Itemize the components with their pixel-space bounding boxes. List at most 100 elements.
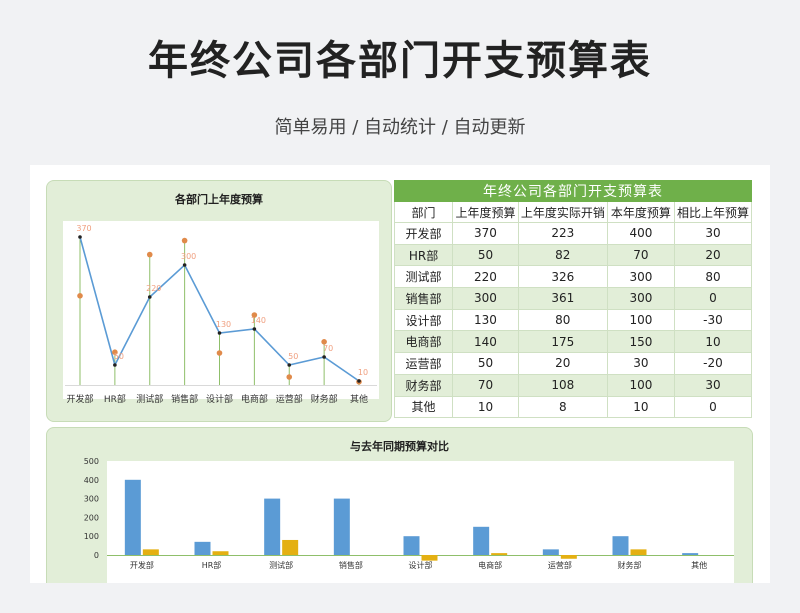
table-row: 财务部 70 108 100 30 — [393, 373, 753, 397]
data-point — [78, 235, 82, 239]
table-cell[interactable]: 0 — [673, 395, 753, 419]
table-cell[interactable]: 电商部 — [393, 330, 454, 354]
table-row: 设计部 130 80 100 -30 — [393, 308, 753, 332]
secondary-point — [146, 251, 153, 258]
table-row: 电商部 140 175 150 10 — [393, 330, 753, 354]
spreadsheet-area: 各部门上年度预算 370 50 220 300 130 140 50 70 10 开发部 HR部 测试… — [30, 165, 770, 583]
data-point — [252, 327, 257, 331]
data-label: 220 — [146, 284, 161, 293]
column-header: 部门 — [393, 201, 454, 223]
table-cell[interactable]: 70 — [452, 373, 519, 397]
line-chart-panel[interactable]: 各部门上年度预算 370 50 220 300 130 140 50 70 10 开发部 HR部 测试… — [46, 180, 392, 422]
data-label: 70 — [323, 344, 333, 353]
x-tick-label: 财务部 — [618, 560, 642, 570]
data-point — [147, 295, 152, 299]
bar — [403, 536, 420, 555]
table-cell[interactable]: 82 — [517, 243, 608, 267]
secondary-point — [216, 350, 223, 356]
x-tick-label: 其他 — [691, 560, 707, 570]
table-cell[interactable]: 8 — [517, 395, 608, 419]
table-cell[interactable]: 150 — [606, 330, 675, 354]
table-cell[interactable]: 10 — [673, 330, 753, 354]
line-chart: 370 50 220 300 130 140 50 70 10 开发部 HR部 测试部 销售部 设计部 电商… — [65, 224, 377, 405]
x-tick-label: 销售部 — [171, 393, 198, 405]
table-cell[interactable]: 财务部 — [393, 373, 454, 397]
y-tick-label: 200 — [84, 513, 99, 522]
bar — [491, 553, 508, 555]
data-label: 10 — [358, 368, 368, 377]
table-cell[interactable]: 销售部 — [393, 287, 454, 310]
bar — [421, 555, 438, 561]
table-cell[interactable]: 300 — [452, 287, 519, 310]
table-cell[interactable]: 100 — [606, 373, 675, 397]
table-cell[interactable]: HR部 — [393, 243, 454, 267]
table-cell[interactable]: -30 — [673, 308, 753, 332]
data-label: 140 — [251, 316, 266, 325]
table-cell[interactable]: 50 — [452, 352, 519, 375]
table-cell[interactable]: 50 — [452, 243, 519, 267]
x-tick-label: 设计部 — [409, 560, 433, 570]
x-tick-label: 运营部 — [276, 393, 303, 405]
data-point — [322, 355, 326, 359]
table-cell[interactable]: 70 — [606, 243, 675, 267]
bar — [612, 536, 629, 555]
table-cell[interactable]: 80 — [517, 308, 608, 332]
x-tick-label: 开发部 — [66, 393, 93, 405]
table-cell[interactable]: 361 — [517, 287, 608, 310]
table-cell[interactable]: 测试部 — [393, 265, 454, 289]
data-point — [357, 379, 361, 383]
table-cell[interactable]: 30 — [606, 352, 675, 375]
bar — [333, 498, 350, 555]
data-label: 370 — [76, 224, 91, 233]
data-point — [182, 263, 187, 267]
budget-table: 年终公司各部门开支预算表 部门 上年度预算 上年度实际开销 本年度预算 相比上年预算 开… — [393, 180, 753, 419]
x-tick-label: 测试部 — [136, 393, 163, 405]
table-cell[interactable]: 开发部 — [393, 222, 454, 245]
table-cell[interactable]: 326 — [517, 265, 608, 289]
column-header: 本年度预算 — [606, 201, 675, 223]
table-cell[interactable]: 运营部 — [393, 352, 454, 375]
table-cell[interactable]: 80 — [673, 265, 753, 289]
table-cell[interactable]: 0 — [673, 287, 753, 310]
bar-chart-panel[interactable]: 与去年同期预算对比 500 400 300 200 100 0 开发部 HR部 测试部 销售部 设计… — [46, 427, 753, 583]
table-cell[interactable]: 设计部 — [393, 308, 454, 332]
table-cell[interactable]: 其他 — [393, 395, 454, 419]
data-label: 50 — [114, 352, 124, 361]
table-cell[interactable]: 140 — [452, 330, 519, 354]
table-cell[interactable]: 30 — [673, 222, 753, 245]
table-cell[interactable]: 20 — [517, 352, 608, 375]
data-label: 300 — [181, 252, 196, 261]
bar — [542, 549, 559, 555]
table-cell[interactable]: 30 — [673, 373, 753, 397]
secondary-point — [181, 237, 188, 244]
x-tick-label: 设计部 — [206, 393, 233, 405]
table-cell[interactable]: 400 — [606, 222, 675, 245]
bar — [124, 479, 141, 555]
x-tick-label: 测试部 — [269, 560, 293, 570]
table-cell[interactable]: 20 — [673, 243, 753, 267]
table-cell[interactable]: 300 — [606, 287, 675, 310]
bar — [194, 541, 211, 555]
table-cell[interactable]: 10 — [452, 395, 519, 419]
table-cell[interactable]: 10 — [606, 395, 675, 419]
bar — [630, 549, 647, 555]
y-tick-label: 300 — [84, 495, 99, 504]
table-cell[interactable]: 220 — [452, 265, 519, 289]
table-cell[interactable]: 175 — [517, 330, 608, 354]
table-cell[interactable]: -20 — [673, 352, 753, 375]
data-label: 50 — [288, 352, 298, 361]
bar — [560, 555, 577, 559]
table-cell[interactable]: 108 — [517, 373, 608, 397]
data-label: 130 — [216, 320, 231, 329]
table-cell[interactable]: 300 — [606, 265, 675, 289]
table-cell[interactable]: 370 — [452, 222, 519, 245]
data-point — [287, 363, 292, 367]
table-header-row: 部门 上年度预算 上年度实际开销 本年度预算 相比上年预算 — [393, 201, 753, 223]
bar — [142, 549, 159, 555]
table-cell[interactable]: 100 — [606, 308, 675, 332]
y-tick-label: 500 — [84, 457, 99, 466]
data-point — [113, 363, 117, 367]
table-cell[interactable]: 130 — [452, 308, 519, 332]
column-header: 相比上年预算 — [673, 201, 753, 223]
table-cell[interactable]: 223 — [517, 222, 608, 245]
